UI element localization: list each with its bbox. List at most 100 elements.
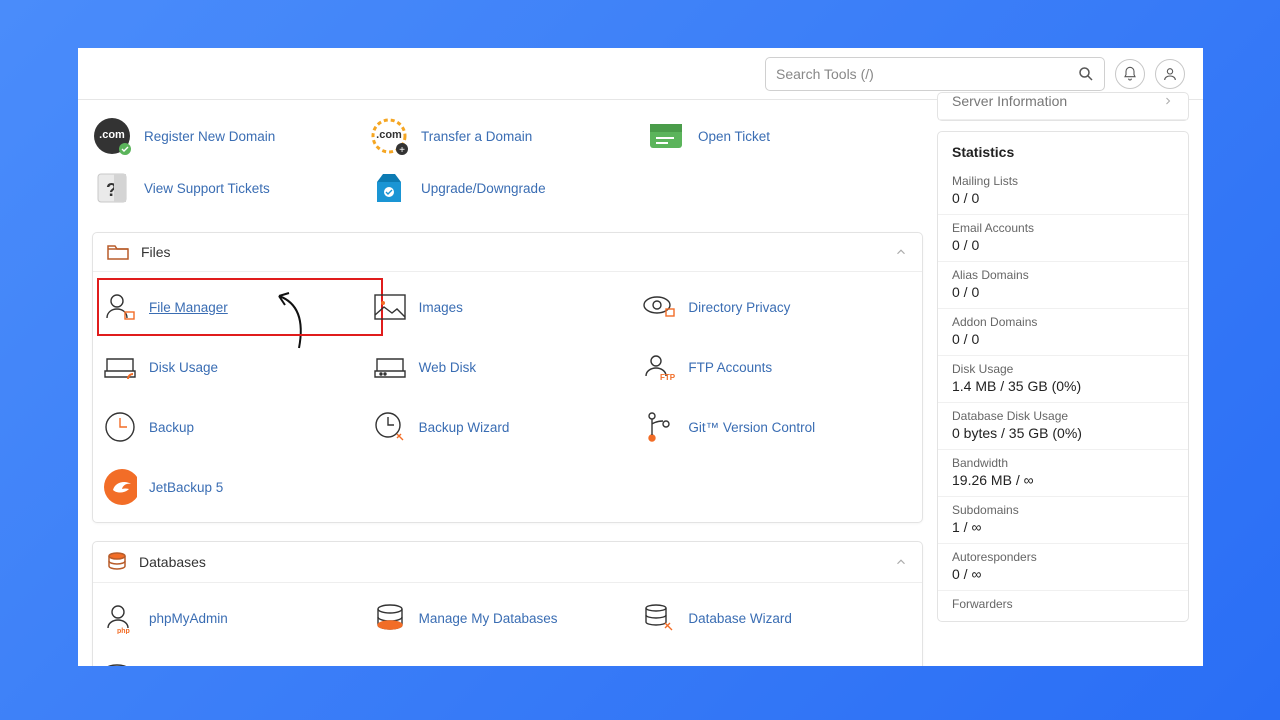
upgrade-icon	[369, 168, 409, 208]
files-panel-body: File Manager Images Direct	[93, 272, 922, 522]
svg-text:FTP: FTP	[660, 373, 676, 382]
stat-label: Autoresponders	[952, 550, 1174, 564]
tool-backup-wizard[interactable]: Backup Wizard	[373, 406, 643, 448]
tool-jetbackup-5[interactable]: JetBackup 5	[103, 466, 373, 508]
web-disk-icon	[373, 350, 407, 384]
chevron-up-icon	[894, 245, 908, 259]
tool-disk-usage[interactable]: Disk Usage	[103, 346, 373, 388]
files-panel-header[interactable]: Files	[93, 233, 922, 272]
files-panel: Files	[92, 232, 923, 523]
tool-label: Directory Privacy	[688, 300, 790, 315]
tool-directory-privacy[interactable]: Directory Privacy	[642, 286, 912, 328]
svg-text:php: php	[117, 628, 130, 634]
server-info-panel[interactable]: Server Information	[937, 92, 1189, 121]
main-column: .com Register New Domain .com + Transfer …	[78, 100, 937, 666]
stat-label: Database Disk Usage	[952, 409, 1174, 423]
tool-phpmyadmin[interactable]: php phpMyAdmin	[103, 597, 373, 639]
stat-label: Alias Domains	[952, 268, 1174, 282]
ftp-accounts-icon: FTP	[642, 350, 676, 384]
svg-text:.com: .com	[376, 129, 402, 141]
side-column: Server Information Statistics Mailing Li…	[937, 100, 1203, 666]
stat-label: Mailing Lists	[952, 174, 1174, 188]
stat-label: Email Accounts	[952, 221, 1174, 235]
statistics-panel: Statistics Mailing Lists0 / 0Email Accou…	[937, 131, 1189, 622]
server-info-label: Server Information	[952, 93, 1067, 109]
view-tickets-icon: ?	[92, 168, 132, 208]
shortcut-view-tickets[interactable]: ? View Support Tickets	[92, 162, 369, 214]
svg-text:.com: .com	[99, 129, 125, 141]
tool-label: Manage My Databases	[419, 611, 558, 626]
shortcuts: .com Register New Domain .com + Transfer …	[92, 110, 923, 214]
open-ticket-icon	[646, 116, 686, 156]
content: .com Register New Domain .com + Transfer …	[78, 100, 1203, 666]
tool-images[interactable]: Images	[373, 286, 643, 328]
backup-icon	[103, 410, 137, 444]
tool-label: FTP Accounts	[688, 360, 772, 375]
tool-git-version-control[interactable]: Git™ Version Control	[642, 406, 912, 448]
git-icon	[642, 410, 676, 444]
databases-panel-body: php phpMyAdmin Manage My Databases	[93, 583, 922, 666]
stat-value: 1 / ∞	[952, 519, 1174, 535]
shortcut-label: Upgrade/Downgrade	[421, 181, 546, 196]
tool-label: File Manager	[149, 300, 228, 315]
tool-file-manager[interactable]: File Manager	[97, 278, 383, 336]
notifications-button[interactable]	[1115, 59, 1145, 89]
manage-db-icon	[373, 601, 407, 635]
chevron-right-icon	[1162, 95, 1174, 107]
shortcut-label: Open Ticket	[698, 129, 770, 144]
search-icon	[1077, 65, 1095, 83]
stat-row: Disk Usage1.4 MB / 35 GB (0%)	[938, 355, 1188, 402]
register-domain-icon: .com	[92, 116, 132, 156]
stat-row: Subdomains 1 / ∞	[938, 496, 1188, 543]
tool-ftp-accounts[interactable]: FTP FTP Accounts	[642, 346, 912, 388]
tool-database-wizard[interactable]: Database Wizard	[642, 597, 912, 639]
tool-label: Images	[419, 300, 463, 315]
directory-privacy-icon	[642, 290, 676, 324]
stat-label: Addon Domains	[952, 315, 1174, 329]
tool-label: Database Wizard	[688, 611, 792, 626]
cpanel-window: .com Register New Domain .com + Transfer …	[78, 48, 1203, 666]
db-wizard-icon	[642, 601, 676, 635]
tool-manage-databases[interactable]: Manage My Databases	[373, 597, 643, 639]
database-icon	[107, 552, 127, 572]
stats-title: Statistics	[938, 132, 1188, 168]
user-button[interactable]	[1155, 59, 1185, 89]
stat-value: 19.26 MB / ∞	[952, 472, 1174, 488]
shortcut-register-domain[interactable]: .com Register New Domain	[92, 110, 369, 162]
tool-label: Backup Wizard	[419, 420, 510, 435]
stat-value: 0 / 0	[952, 237, 1174, 253]
databases-panel-header[interactable]: Databases	[93, 542, 922, 583]
stat-label: Forwarders	[952, 597, 1174, 611]
jetbackup-icon	[103, 470, 137, 504]
databases-panel: Databases php phpMyAdmin	[92, 541, 923, 666]
stat-value: 0 / 0	[952, 190, 1174, 206]
disk-usage-icon	[103, 350, 137, 384]
remote-db-icon	[103, 661, 137, 666]
transfer-domain-icon: .com +	[369, 116, 409, 156]
svg-text:+: +	[399, 145, 405, 156]
stat-value: 0 / 0	[952, 331, 1174, 347]
shortcut-upgrade-downgrade[interactable]: Upgrade/Downgrade	[369, 162, 646, 214]
stat-row: Database Disk Usage0 bytes / 35 GB (0%)	[938, 402, 1188, 449]
stat-label: Disk Usage	[952, 362, 1174, 376]
tool-backup[interactable]: Backup	[103, 406, 373, 448]
stat-row: Mailing Lists 0 / 0	[938, 168, 1188, 214]
shortcut-label: Transfer a Domain	[421, 129, 532, 144]
panel-title: Files	[141, 244, 171, 260]
panel-title: Databases	[139, 554, 206, 570]
shortcut-open-ticket[interactable]: Open Ticket	[646, 110, 923, 162]
search-input[interactable]	[765, 57, 1105, 91]
tool-label: phpMyAdmin	[149, 611, 228, 626]
stat-label: Subdomains	[952, 503, 1174, 517]
shortcut-transfer-domain[interactable]: .com + Transfer a Domain	[369, 110, 646, 162]
stat-row: Autoresponders 0 / ∞	[938, 543, 1188, 590]
tool-web-disk[interactable]: Web Disk	[373, 346, 643, 388]
stat-value: 0 / ∞	[952, 566, 1174, 582]
stat-row: Email Accounts 0 / 0	[938, 214, 1188, 261]
tool-label: Backup	[149, 420, 194, 435]
phpmyadmin-icon: php	[103, 601, 137, 635]
tool-remote-db-access[interactable]: Remote Database Access	[103, 657, 373, 666]
stat-row: Alias Domains0 / 0	[938, 261, 1188, 308]
chevron-up-icon	[894, 555, 908, 569]
search-wrap	[765, 57, 1105, 91]
